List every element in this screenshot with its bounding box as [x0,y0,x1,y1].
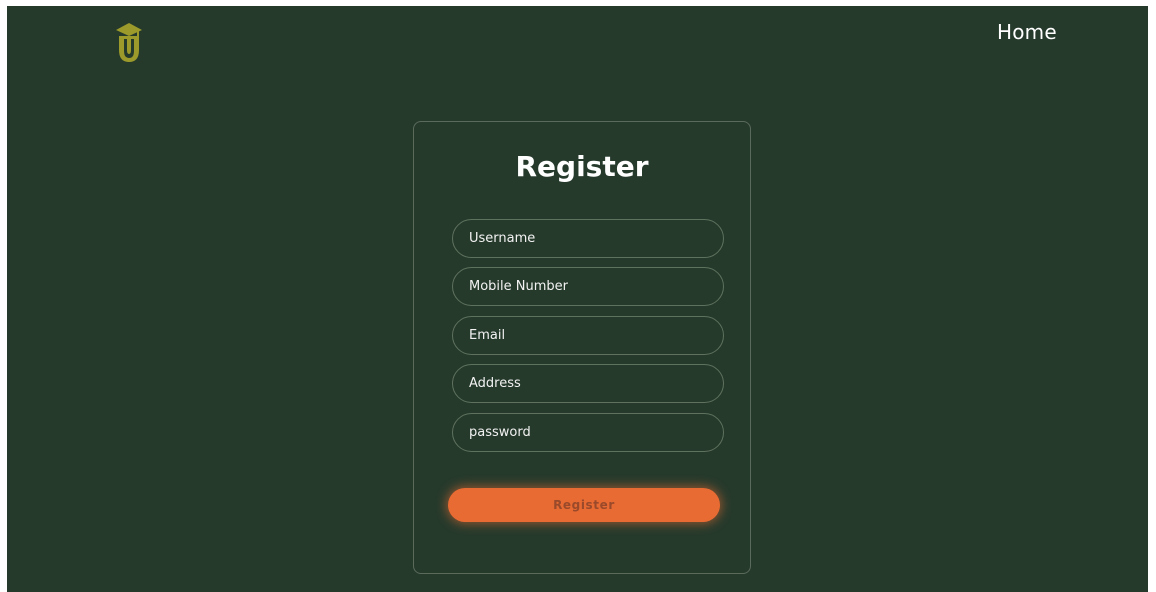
page-background: Home Register Register [7,6,1148,592]
register-button[interactable]: Register [448,488,720,522]
password-input[interactable] [452,413,724,452]
address-input[interactable] [452,364,724,403]
email-input[interactable] [452,316,724,355]
mobile-number-input[interactable] [452,267,724,306]
logo-icon[interactable] [115,20,143,66]
register-card: Register Register [413,121,751,574]
register-title: Register [515,150,649,183]
username-input[interactable] [452,219,724,258]
nav-home-link[interactable]: Home [997,20,1057,44]
